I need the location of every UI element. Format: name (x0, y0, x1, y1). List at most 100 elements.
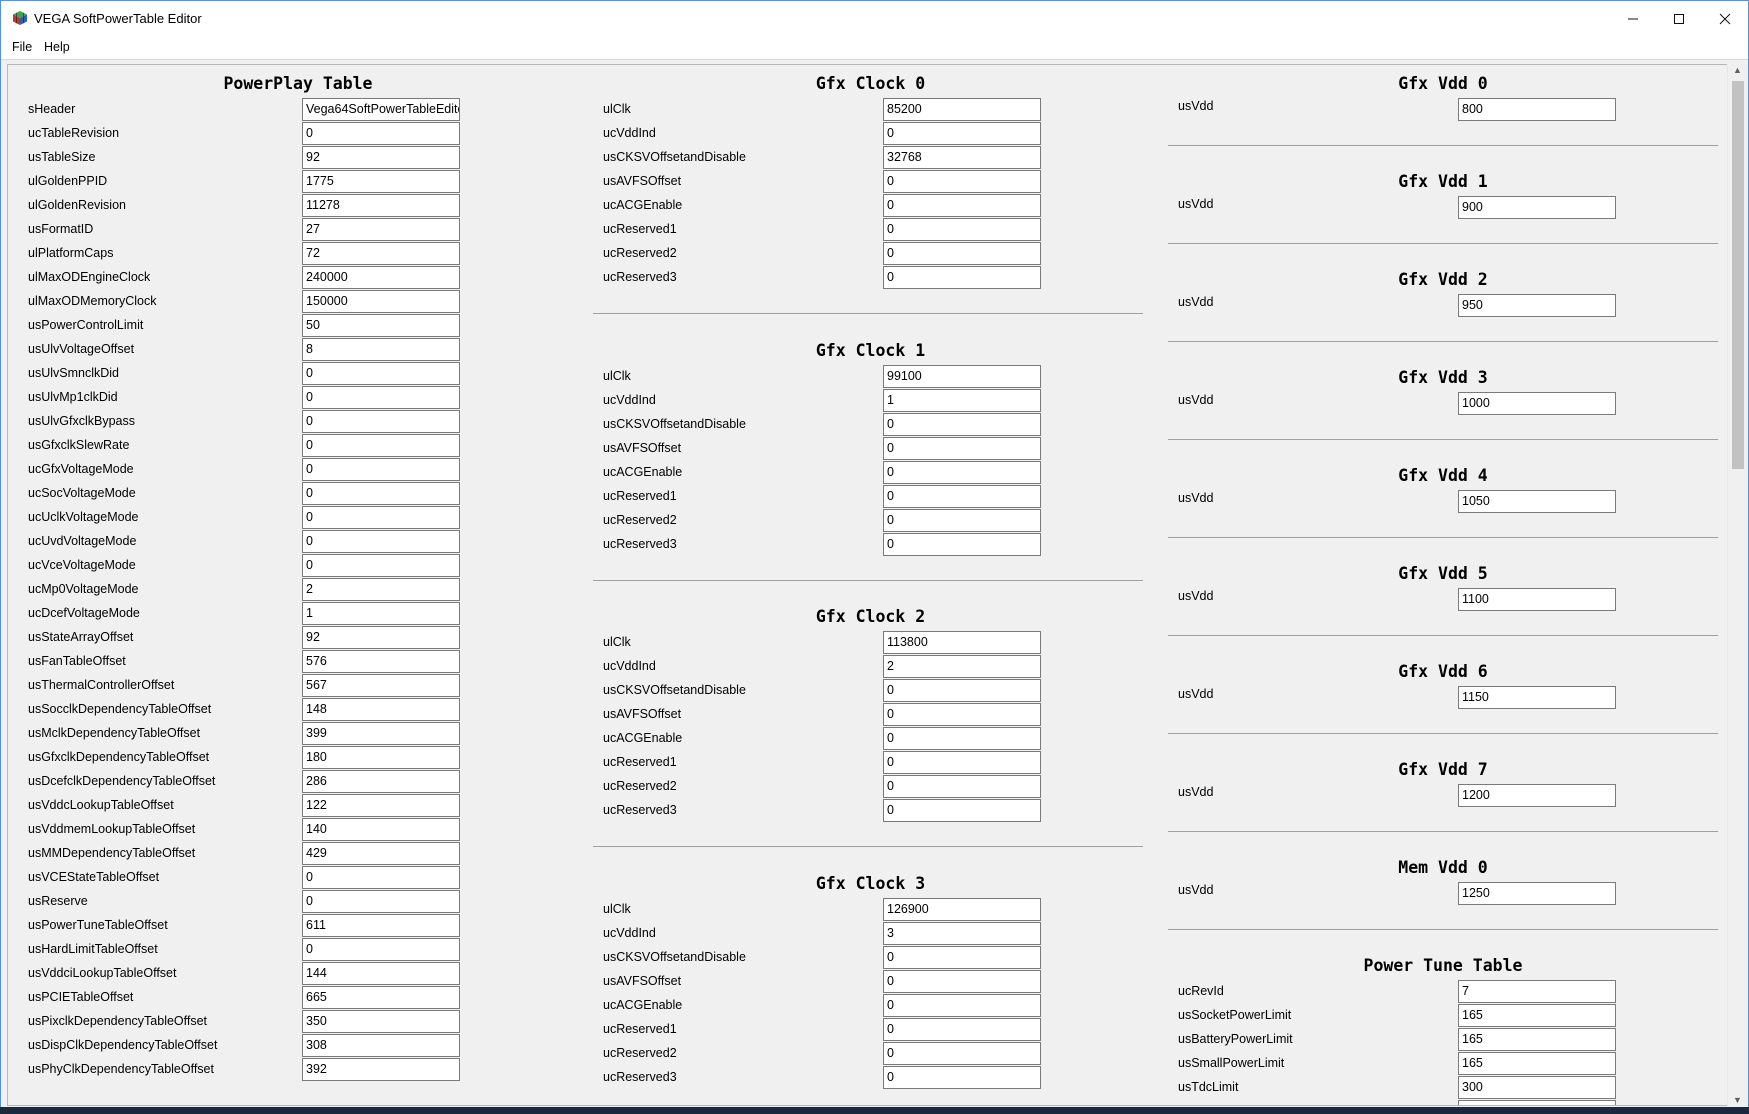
field-input[interactable]: 144 (302, 962, 460, 985)
field-input[interactable]: 0 (302, 554, 460, 577)
field-input[interactable]: 429 (302, 842, 460, 865)
field-input[interactable]: 0 (302, 386, 460, 409)
field-input[interactable]: 0 (883, 751, 1041, 774)
field-input[interactable]: 0 (302, 482, 460, 505)
vdd-input[interactable]: 1250 (1458, 882, 1616, 905)
field-label: usCKSVOffsetandDisable (603, 416, 746, 431)
field-input[interactable]: 148 (302, 698, 460, 721)
field-input[interactable]: 8 (302, 338, 460, 361)
field-input[interactable]: 0 (883, 1041, 1041, 1065)
field-input[interactable]: 286 (302, 770, 460, 793)
field-input[interactable]: 0 (302, 938, 460, 961)
field-input[interactable]: 0 (883, 799, 1041, 822)
field-input[interactable]: 0 (883, 412, 1041, 436)
field-input[interactable]: 0 (883, 194, 1041, 217)
field-input[interactable]: 140 (302, 818, 460, 841)
field-input[interactable]: 113800 (883, 631, 1041, 654)
field-input[interactable]: 0 (883, 703, 1041, 726)
field-input[interactable]: 0 (883, 775, 1041, 798)
field-input[interactable]: 0 (883, 460, 1041, 484)
field-input[interactable]: 7 (1458, 980, 1616, 1003)
field-input[interactable]: 0 (883, 1017, 1041, 1041)
field-input[interactable]: 0 (302, 410, 460, 433)
field-input[interactable]: 85200 (883, 98, 1041, 121)
vdd-input[interactable]: 950 (1458, 294, 1616, 317)
field-input[interactable]: 32768 (883, 146, 1041, 169)
field-input[interactable]: 2 (302, 578, 460, 601)
field-input[interactable]: 1775 (302, 170, 460, 193)
field-input[interactable]: 0 (883, 170, 1041, 193)
maximize-button[interactable] (1656, 1, 1702, 37)
vdd-input[interactable]: 800 (1458, 98, 1616, 121)
vdd-input[interactable]: 1100 (1458, 588, 1616, 611)
field-input[interactable]: 0 (883, 122, 1041, 145)
field-input[interactable]: 0 (302, 458, 460, 481)
field-input[interactable]: Vega64SoftPowerTableEditor (302, 98, 460, 121)
field-input[interactable]: 92 (302, 146, 460, 169)
field-input[interactable]: 576 (302, 650, 460, 673)
menu-help[interactable]: Help (44, 40, 70, 54)
vertical-scrollbar[interactable]: ▲ ▼ (1727, 64, 1747, 1106)
field-input[interactable]: 300 (1458, 1076, 1616, 1099)
field-input[interactable]: 0 (302, 866, 460, 889)
field-input[interactable]: 0 (302, 506, 460, 529)
field-input[interactable]: 0 (883, 679, 1041, 702)
field-input[interactable]: 50 (302, 314, 460, 337)
field-input[interactable]: 126900 (883, 897, 1041, 921)
field-input[interactable]: 1 (302, 602, 460, 625)
field-input[interactable]: 0 (883, 508, 1041, 532)
field-input[interactable]: 0 (883, 484, 1041, 508)
vdd-input[interactable]: 1150 (1458, 686, 1616, 709)
field-input[interactable]: 11278 (302, 194, 460, 217)
field-input[interactable]: 99100 (883, 364, 1041, 388)
field-input[interactable]: 0 (883, 945, 1041, 969)
field-input[interactable]: 350 (302, 1010, 460, 1033)
menu-file[interactable]: File (12, 40, 32, 54)
field-input[interactable]: 392 (302, 1058, 460, 1081)
field-input[interactable]: 0 (883, 1065, 1041, 1089)
field-input[interactable]: 72 (302, 242, 460, 265)
field-input[interactable]: 0 (883, 532, 1041, 556)
field-input[interactable]: 3 (883, 921, 1041, 945)
field-input[interactable]: 165 (1458, 1028, 1616, 1051)
field-input[interactable]: 0 (302, 530, 460, 553)
field-input[interactable]: 567 (302, 674, 460, 697)
field-input[interactable]: 0 (302, 434, 460, 457)
field-input[interactable]: 665 (302, 986, 460, 1009)
field-input[interactable]: 0 (302, 122, 460, 145)
field-input[interactable]: 0 (883, 436, 1041, 460)
field-input[interactable]: 2 (883, 655, 1041, 678)
field-input[interactable]: 399 (302, 722, 460, 745)
field-input[interactable]: 1 (883, 388, 1041, 412)
field-label: usPixclkDependencyTableOffset (28, 1014, 208, 1028)
scroll-up-icon[interactable]: ▲ (1733, 65, 1742, 75)
vdd-input[interactable]: 1200 (1458, 784, 1616, 807)
close-button[interactable] (1702, 1, 1748, 37)
field-input[interactable]: 165 (1458, 1004, 1616, 1027)
field-input[interactable]: 0 (302, 362, 460, 385)
field-input[interactable]: 27 (302, 218, 460, 241)
field-input[interactable] (1458, 1100, 1616, 1105)
vdd-input[interactable]: 1000 (1458, 392, 1616, 415)
field-input[interactable]: 240000 (302, 266, 460, 289)
vdd-input[interactable]: 900 (1458, 196, 1616, 219)
field-input[interactable]: 0 (883, 993, 1041, 1017)
field-input[interactable]: 0 (883, 266, 1041, 289)
field-input[interactable]: 165 (1458, 1052, 1616, 1075)
title-bar[interactable]: VEGA SoftPowerTable Editor (1, 1, 1748, 37)
field-input[interactable]: 92 (302, 626, 460, 649)
field-input[interactable]: 0 (883, 218, 1041, 241)
vdd-input[interactable]: 1050 (1458, 490, 1616, 513)
field-input[interactable]: 150000 (302, 290, 460, 313)
field-input[interactable]: 122 (302, 794, 460, 817)
field-input[interactable]: 0 (883, 969, 1041, 993)
minimize-button[interactable] (1610, 1, 1656, 37)
scroll-down-icon[interactable]: ▼ (1733, 1095, 1742, 1105)
field-input[interactable]: 0 (883, 242, 1041, 265)
field-input[interactable]: 0 (883, 727, 1041, 750)
field-input[interactable]: 0 (302, 890, 460, 913)
scrollbar-thumb[interactable] (1732, 81, 1744, 469)
field-input[interactable]: 180 (302, 746, 460, 769)
field-input[interactable]: 611 (302, 914, 460, 937)
field-input[interactable]: 308 (302, 1034, 460, 1057)
